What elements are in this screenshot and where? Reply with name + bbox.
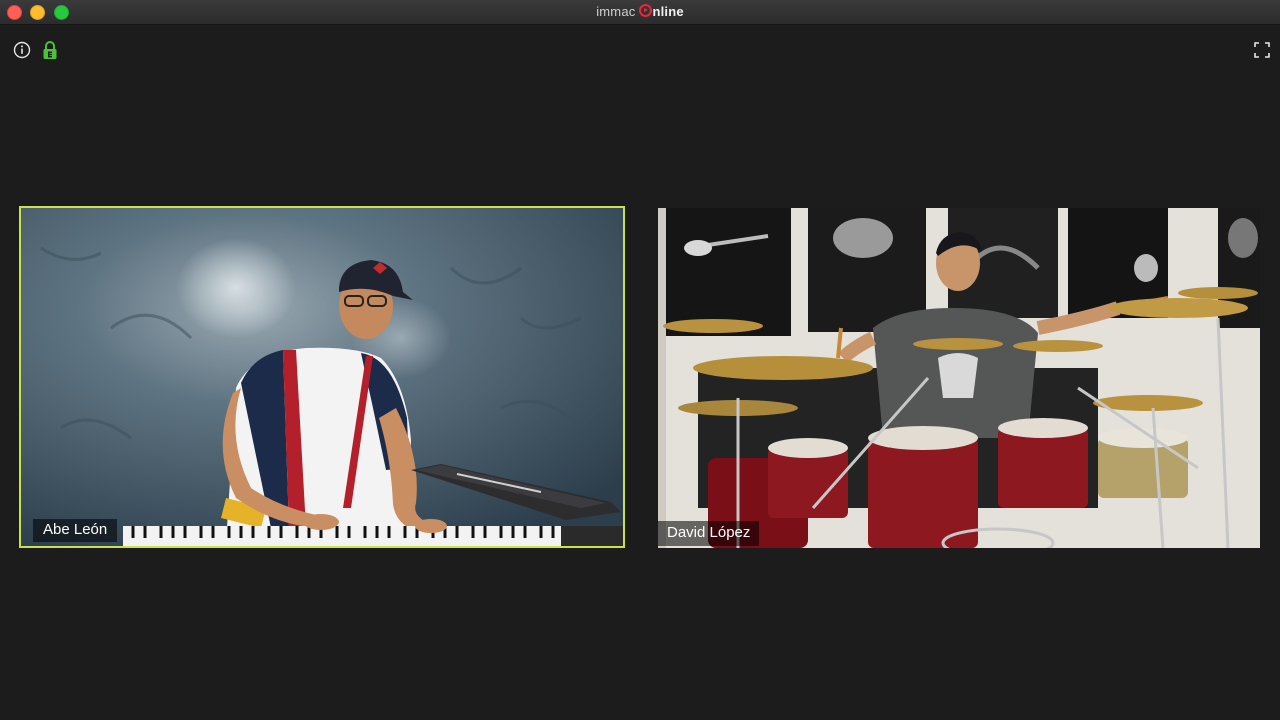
lock-icon[interactable] <box>42 40 58 60</box>
title-bar: immac nline <box>0 0 1280 25</box>
video-feed-drums <box>658 208 1260 548</box>
info-icon[interactable] <box>13 41 31 59</box>
app-title: immac nline <box>0 4 1280 19</box>
brand-play-icon <box>639 4 653 17</box>
video-tile-david-lopez[interactable]: David López <box>658 208 1260 548</box>
fullscreen-icon[interactable] <box>1254 42 1270 58</box>
app-title-first: immac <box>596 4 636 19</box>
participant-name-label: David López <box>658 521 760 546</box>
app-window: immac nline Abe León David López <box>0 0 1280 720</box>
participant-name-label: Abe León <box>33 519 118 542</box>
app-title-second: nline <box>652 4 684 19</box>
video-feed-keyboard <box>21 208 623 546</box>
video-tile-abe-leon[interactable]: Abe León <box>19 206 625 548</box>
